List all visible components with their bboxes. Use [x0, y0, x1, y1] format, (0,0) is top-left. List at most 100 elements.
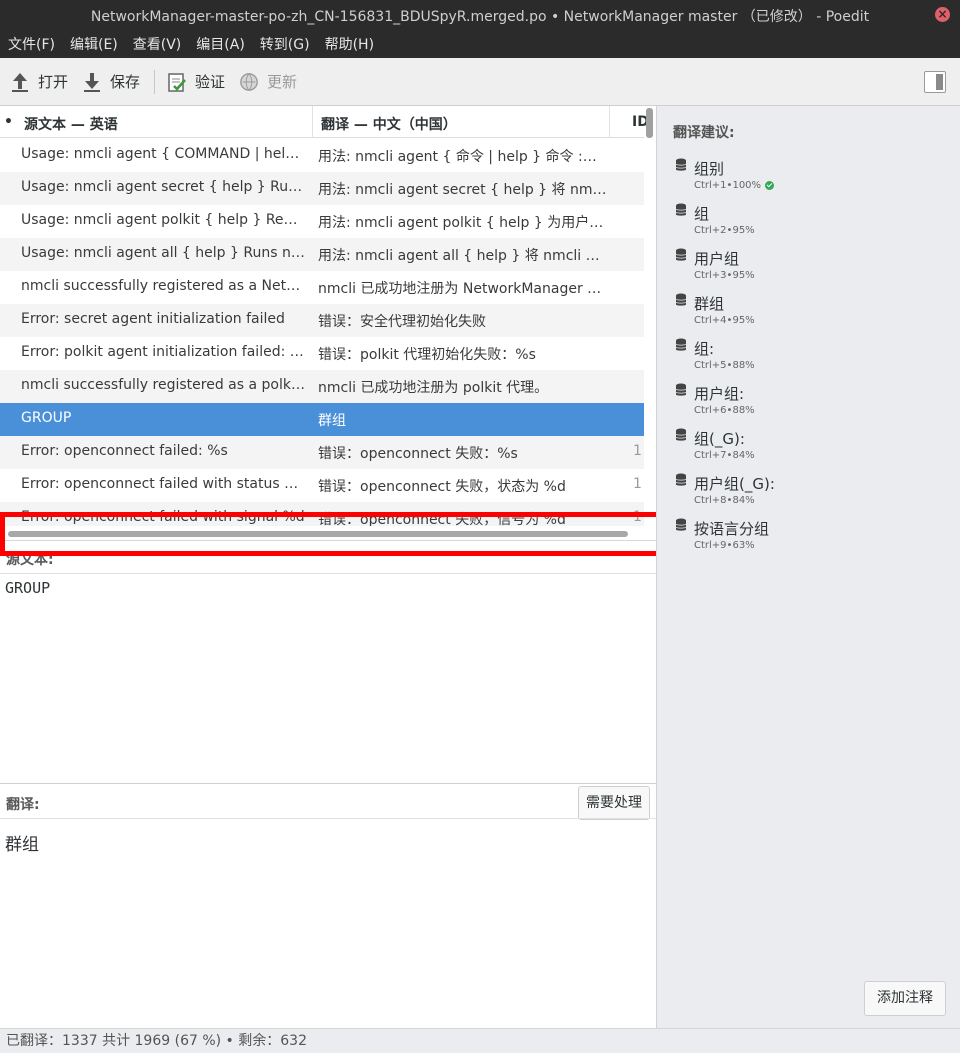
update-button[interactable]: 更新: [239, 71, 297, 93]
menu-bar: 文件(F) 编辑(E) 查看(V) 编目(A) 转到(G) 帮助(H): [0, 30, 960, 58]
header-flag-column[interactable]: •: [4, 114, 13, 130]
suggestion-text: 组别: [694, 160, 725, 178]
suggestion-score: 84%: [732, 495, 755, 506]
update-label: 更新: [267, 73, 298, 91]
table-row[interactable]: nmcli successfully registered as a polki…: [0, 370, 644, 403]
suggestion-text: 用户组: [694, 250, 740, 268]
header-source-column[interactable]: 源文本 — 英语: [24, 114, 118, 134]
suggestion-meta: Ctrl+9 • 63%: [694, 540, 755, 551]
database-icon: [675, 518, 687, 532]
toolbar-separator: [154, 69, 156, 94]
needs-work-button[interactable]: 需要处理: [578, 786, 650, 820]
row-source: nmcli successfully registered as a Netwo…: [21, 278, 306, 294]
menu-view[interactable]: 查看(V): [133, 34, 182, 54]
column-divider[interactable]: [609, 106, 610, 138]
suggestion-item[interactable]: 按语言分组 Ctrl+9 • 63%: [675, 516, 945, 561]
suggestion-meta: Ctrl+8 • 84%: [694, 495, 755, 506]
source-label: 源文本:: [6, 552, 54, 568]
suggestion-item[interactable]: 用户组: Ctrl+6 • 88%: [675, 381, 945, 426]
menu-edit[interactable]: 编辑(E): [70, 34, 118, 54]
suggestion-text: 组(_G):: [694, 430, 745, 448]
row-translation: 错误：polkit 代理初始化失败：%s: [318, 347, 536, 363]
menu-help[interactable]: 帮助(H): [325, 34, 374, 54]
row-translation: 用法: nmcli agent secret { help } 将 nmcli …: [318, 182, 608, 198]
suggestion-text: 组: [694, 205, 710, 223]
save-button[interactable]: 保存: [82, 71, 140, 93]
translation-label: 翻译:: [6, 797, 40, 813]
table-row[interactable]: Error: openconnect failed with signal %d…: [0, 502, 644, 526]
table-row[interactable]: Error: openconnect failed with status %d…: [0, 469, 644, 502]
row-translation: 错误：安全代理初始化失败: [318, 314, 486, 330]
upload-arrow-icon: [10, 71, 30, 93]
suggestion-shortcut: Ctrl+1: [694, 180, 727, 191]
suggestion-shortcut: Ctrl+8: [694, 495, 727, 506]
row-translation: 用法: nmcli agent polkit { help } 为用户会话注册 …: [318, 215, 608, 231]
suggestion-item[interactable]: 组 Ctrl+2 • 95%: [675, 201, 945, 246]
table-row[interactable]: nmcli successfully registered as a Netwo…: [0, 271, 644, 304]
open-label: 打开: [38, 73, 69, 91]
table-row[interactable]: Error: openconnect failed: %s 错误：openconn…: [0, 436, 644, 469]
validate-label: 验证: [195, 73, 226, 91]
suggestion-shortcut: Ctrl+6: [694, 405, 727, 416]
row-source: Error: openconnect failed with signal %d: [21, 509, 305, 525]
menu-catalog[interactable]: 编目(A): [196, 34, 245, 54]
database-icon: [675, 158, 687, 172]
row-source: GROUP: [21, 410, 72, 426]
suggestion-meta: Ctrl+2 • 95%: [694, 225, 755, 236]
row-source: Usage: nmcli agent all { help } Runs nmc…: [21, 245, 306, 261]
table-row[interactable]: Usage: nmcli agent polkit { help } Regis…: [0, 205, 644, 238]
table-row[interactable]: Usage: nmcli agent { COMMAND | help } CO…: [0, 139, 644, 172]
suggestion-item[interactable]: 用户组 Ctrl+3 • 95%: [675, 246, 945, 291]
table-row-selected[interactable]: GROUP 群组: [0, 403, 644, 436]
suggestion-score: 88%: [732, 360, 755, 371]
table-row[interactable]: Usage: nmcli agent all { help } Runs nmc…: [0, 238, 644, 271]
table-row[interactable]: Error: polkit agent initialization faile…: [0, 337, 644, 370]
database-icon: [675, 293, 687, 307]
suggestion-text: 按语言分组: [694, 520, 770, 538]
row-source: nmcli successfully registered as a polki…: [21, 377, 306, 393]
table-row[interactable]: Usage: nmcli agent secret { help } Runs …: [0, 172, 644, 205]
database-icon: [675, 338, 687, 352]
list-horizontal-scrollbar[interactable]: [8, 531, 628, 537]
translation-editor[interactable]: 群组: [5, 830, 39, 855]
row-source: Error: polkit agent initialization faile…: [21, 344, 306, 360]
suggestion-score: 100%: [732, 180, 762, 191]
header-translation-column[interactable]: 翻译 — 中文（中国）: [321, 114, 457, 134]
suggestion-shortcut: Ctrl+4: [694, 315, 727, 326]
close-icon[interactable]: ×: [935, 7, 950, 22]
open-button[interactable]: 打开: [10, 71, 68, 93]
add-comment-button[interactable]: 添加注释: [864, 981, 946, 1016]
menu-file[interactable]: 文件(F): [8, 34, 55, 54]
column-divider[interactable]: [312, 106, 313, 138]
table-row[interactable]: Error: secret agent initialization faile…: [0, 304, 644, 337]
suggestion-meta: Ctrl+1 • 100%: [694, 180, 775, 191]
translation-divider: [0, 818, 656, 819]
suggestion-item[interactable]: 组(_G): Ctrl+7 • 84%: [675, 426, 945, 471]
row-source: Usage: nmcli agent polkit { help } Regis…: [21, 212, 306, 228]
suggestion-item[interactable]: 组: Ctrl+5 • 88%: [675, 336, 945, 381]
suggestion-item[interactable]: 组别 Ctrl+1 • 100%: [675, 156, 945, 201]
suggestion-shortcut: Ctrl+7: [694, 450, 727, 461]
row-translation: 群组: [318, 413, 346, 429]
database-icon: [675, 383, 687, 397]
suggestion-meta: Ctrl+5 • 88%: [694, 360, 755, 371]
row-translation: 错误：openconnect 失败：%s: [318, 446, 518, 462]
list-vertical-scrollbar[interactable]: [646, 108, 653, 138]
suggestion-item[interactable]: 用户组(_G): Ctrl+8 • 84%: [675, 471, 945, 516]
row-translation: 用法: nmcli agent { 命令 | help } 命令 := { se…: [318, 149, 608, 165]
suggestion-score: 63%: [732, 540, 755, 551]
database-icon: [675, 248, 687, 262]
row-translation: 错误：openconnect 失败，状态为 %d: [318, 479, 566, 495]
row-translation: nmcli 已成功地注册为 NetworkManager 的机密代理。: [318, 281, 608, 297]
row-source: Usage: nmcli agent { COMMAND | help } CO…: [21, 146, 306, 162]
validate-button[interactable]: 验证: [167, 71, 225, 93]
sidebar-toggle-icon[interactable]: [924, 71, 946, 93]
row-source: Error: openconnect failed: %s: [21, 443, 228, 459]
suggestion-text: 用户组:: [694, 385, 745, 403]
exact-match-check-icon: [765, 181, 775, 190]
suggestion-text: 群组: [694, 295, 725, 313]
menu-go[interactable]: 转到(G): [260, 34, 310, 54]
suggestion-item[interactable]: 群组 Ctrl+4 • 95%: [675, 291, 945, 336]
database-icon: [675, 203, 687, 217]
download-arrow-icon: [82, 71, 102, 93]
